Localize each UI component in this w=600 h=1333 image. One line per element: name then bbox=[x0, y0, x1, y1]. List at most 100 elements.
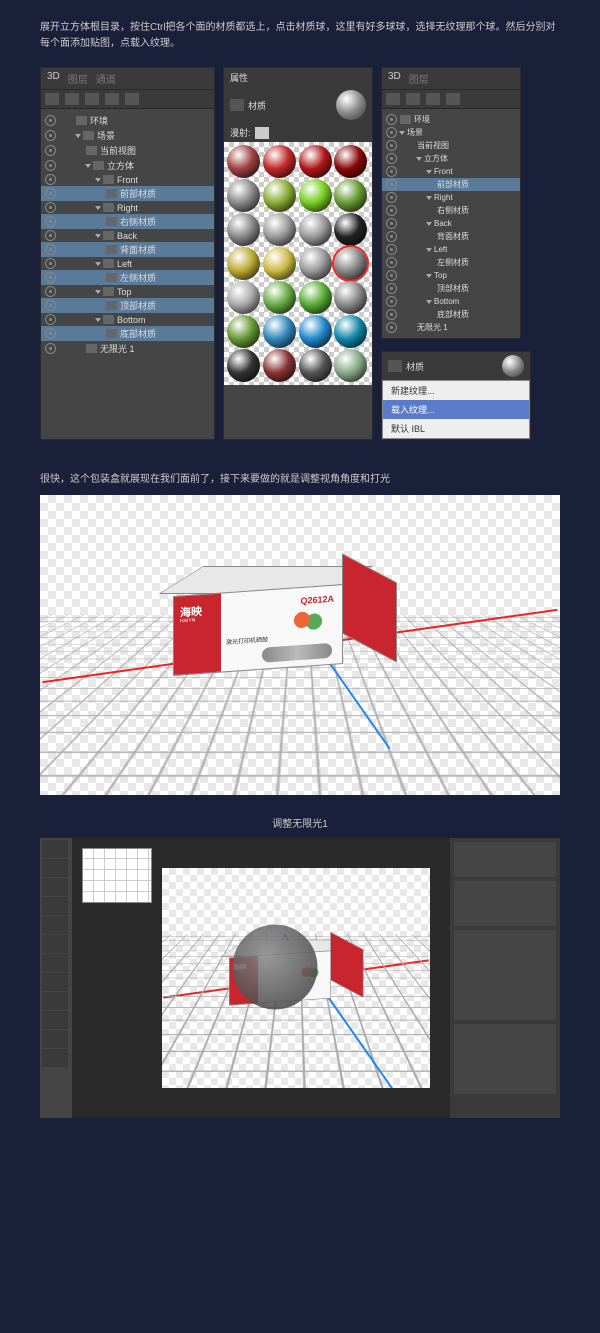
material-sphere[interactable] bbox=[299, 145, 332, 178]
visibility-icon[interactable] bbox=[386, 296, 397, 307]
tab-channels[interactable]: 通道 bbox=[96, 71, 116, 86]
3d-viewport[interactable]: 海映 HAIYN Q2612A 激光打印机硒鼓 bbox=[40, 495, 560, 795]
menu-default-ibl[interactable]: 默认 IBL bbox=[383, 419, 529, 438]
tree-bottom[interactable]: Bottom bbox=[41, 313, 214, 326]
material-sphere[interactable] bbox=[227, 315, 260, 348]
material-sphere[interactable] bbox=[334, 315, 367, 348]
visibility-icon[interactable] bbox=[45, 272, 56, 283]
visibility-icon[interactable] bbox=[45, 258, 56, 269]
tree-top[interactable]: Top bbox=[41, 285, 214, 298]
preview-sphere[interactable] bbox=[502, 355, 524, 377]
layers-panel[interactable] bbox=[454, 930, 556, 1020]
material-sphere[interactable] bbox=[334, 349, 367, 382]
filter-icon[interactable] bbox=[45, 93, 59, 105]
arrow-icon[interactable] bbox=[426, 222, 432, 226]
tool-button[interactable] bbox=[42, 916, 68, 934]
arrow-icon[interactable] bbox=[426, 300, 432, 304]
visibility-icon[interactable] bbox=[45, 244, 56, 255]
filter-icon[interactable] bbox=[105, 93, 119, 105]
light-gizmo[interactable] bbox=[232, 925, 317, 1010]
filter-icon[interactable] bbox=[386, 93, 400, 105]
visibility-icon[interactable] bbox=[45, 115, 56, 126]
tab-3d[interactable]: 3D bbox=[388, 71, 401, 86]
tree-env[interactable]: 环境 bbox=[382, 113, 520, 126]
tree-top[interactable]: Top bbox=[382, 269, 520, 282]
material-sphere[interactable] bbox=[334, 179, 367, 212]
arrow-icon[interactable] bbox=[95, 318, 101, 322]
tree-right[interactable]: Right bbox=[41, 201, 214, 214]
arrow-icon[interactable] bbox=[426, 170, 432, 174]
tree-scene[interactable]: 场景 bbox=[382, 126, 520, 139]
document-viewport[interactable]: 海映 bbox=[162, 868, 430, 1088]
tree-cube[interactable]: 立方体 bbox=[382, 152, 520, 165]
tab-3d[interactable]: 3D bbox=[47, 71, 60, 86]
tree-top-mat[interactable]: 顶部材质 bbox=[41, 298, 214, 313]
tree-view[interactable]: 当前视图 bbox=[41, 143, 214, 158]
arrow-icon[interactable] bbox=[416, 157, 422, 161]
visibility-icon[interactable] bbox=[386, 283, 397, 294]
tree-left[interactable]: Left bbox=[382, 243, 520, 256]
menu-load-texture[interactable]: 载入纹理... bbox=[383, 400, 529, 419]
tool-button[interactable] bbox=[42, 973, 68, 991]
visibility-icon[interactable] bbox=[386, 166, 397, 177]
material-sphere[interactable] bbox=[299, 213, 332, 246]
material-sphere[interactable] bbox=[263, 213, 296, 246]
tree-back[interactable]: Back bbox=[41, 229, 214, 242]
package-box[interactable]: 海映 HAIYN Q2612A 激光打印机硒鼓 bbox=[173, 590, 343, 670]
arrow-icon[interactable] bbox=[95, 178, 101, 182]
material-sphere[interactable] bbox=[227, 247, 260, 280]
visibility-icon[interactable] bbox=[45, 188, 56, 199]
tool-button[interactable] bbox=[42, 954, 68, 972]
filter-icon[interactable] bbox=[446, 93, 460, 105]
tree-front[interactable]: Front bbox=[382, 165, 520, 178]
material-sphere[interactable] bbox=[227, 349, 260, 382]
tree-cube[interactable]: 立方体 bbox=[41, 158, 214, 173]
tree-view[interactable]: 当前视图 bbox=[382, 139, 520, 152]
arrow-icon[interactable] bbox=[95, 262, 101, 266]
material-sphere[interactable] bbox=[227, 145, 260, 178]
visibility-icon[interactable] bbox=[386, 270, 397, 281]
filter-icon[interactable] bbox=[406, 93, 420, 105]
tree-light[interactable]: 无限光 1 bbox=[41, 341, 214, 356]
arrow-icon[interactable] bbox=[95, 234, 101, 238]
tree-bottom-mat[interactable]: 底部材质 bbox=[41, 326, 214, 341]
tree-front-mat[interactable]: 前部材质 bbox=[382, 178, 520, 191]
material-sphere[interactable] bbox=[334, 247, 367, 280]
tree-left-mat[interactable]: 左侧材质 bbox=[382, 256, 520, 269]
visibility-icon[interactable] bbox=[386, 140, 397, 151]
material-sphere[interactable] bbox=[334, 213, 367, 246]
tree-front[interactable]: Front bbox=[41, 173, 214, 186]
material-sphere[interactable] bbox=[299, 247, 332, 280]
material-sphere[interactable] bbox=[227, 179, 260, 212]
tool-button[interactable] bbox=[42, 878, 68, 896]
tree-left[interactable]: Left bbox=[41, 257, 214, 270]
material-sphere[interactable] bbox=[263, 179, 296, 212]
visibility-icon[interactable] bbox=[386, 179, 397, 190]
visibility-icon[interactable] bbox=[45, 300, 56, 311]
visibility-icon[interactable] bbox=[386, 257, 397, 268]
tree-light[interactable]: 无限光 1 bbox=[382, 321, 520, 334]
filter-icon[interactable] bbox=[65, 93, 79, 105]
tree-scene[interactable]: 场景 bbox=[41, 128, 214, 143]
tool-button[interactable] bbox=[42, 1049, 68, 1067]
3d-mini-panel[interactable] bbox=[454, 1024, 556, 1094]
tree-right-mat[interactable]: 右侧材质 bbox=[382, 204, 520, 217]
visibility-icon[interactable] bbox=[386, 244, 397, 255]
visibility-icon[interactable] bbox=[386, 309, 397, 320]
arrow-icon[interactable] bbox=[426, 248, 432, 252]
tool-button[interactable] bbox=[42, 1011, 68, 1029]
material-sphere[interactable] bbox=[299, 179, 332, 212]
filter-icon[interactable] bbox=[426, 93, 440, 105]
material-sphere[interactable] bbox=[263, 145, 296, 178]
visibility-icon[interactable] bbox=[386, 218, 397, 229]
visibility-icon[interactable] bbox=[386, 127, 397, 138]
material-sphere[interactable] bbox=[263, 281, 296, 314]
visibility-icon[interactable] bbox=[45, 145, 56, 156]
tab-layers[interactable]: 图层 bbox=[68, 71, 88, 86]
visibility-icon[interactable] bbox=[45, 216, 56, 227]
visibility-icon[interactable] bbox=[45, 202, 56, 213]
adjustments-panel[interactable] bbox=[454, 881, 556, 926]
material-sphere[interactable] bbox=[263, 349, 296, 382]
tool-button[interactable] bbox=[42, 935, 68, 953]
tree-front-mat[interactable]: 前部材质 bbox=[41, 186, 214, 201]
